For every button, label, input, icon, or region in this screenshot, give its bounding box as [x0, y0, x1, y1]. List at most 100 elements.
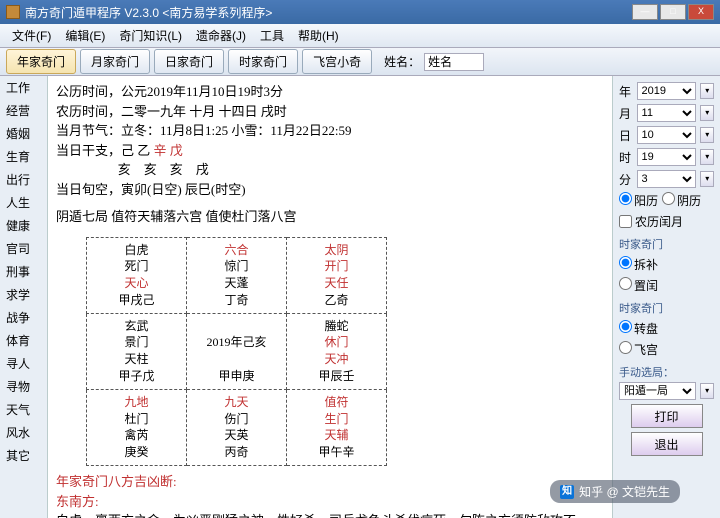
- leap-checkbox[interactable]: [619, 215, 632, 228]
- ganzhi-line: 当日干支，己 乙 辛 戊: [56, 141, 604, 161]
- zhihu-icon: 知: [560, 485, 574, 499]
- footer-direction: 东南方:: [56, 492, 604, 512]
- minimize-button[interactable]: —: [632, 4, 658, 20]
- sidebar-item-birth[interactable]: 生育: [0, 145, 47, 168]
- hour-label: 时: [619, 149, 633, 166]
- sidebar-item-findobject[interactable]: 寻物: [0, 375, 47, 398]
- year-select[interactable]: 2019: [637, 82, 697, 100]
- year-spin[interactable]: ▾: [700, 83, 714, 99]
- window-buttons: — □ X: [632, 4, 714, 20]
- footer-title: 年家奇门八方吉凶断:: [56, 472, 604, 492]
- name-field: 姓名：: [384, 53, 484, 71]
- sidebar-item-work[interactable]: 工作: [0, 76, 47, 99]
- lunar-radio[interactable]: [662, 192, 675, 205]
- chart-cell-2-1: 九天伤门天英丙奇: [187, 389, 287, 465]
- menu-tools[interactable]: 工具: [254, 25, 290, 46]
- group3-label: 手动选局：: [619, 364, 714, 380]
- app-icon: [6, 5, 20, 19]
- month-spin[interactable]: ▾: [700, 105, 714, 121]
- day-spin[interactable]: ▾: [700, 127, 714, 143]
- sidebar: 工作 经营 婚姻 生育 出行 人生 健康 官司 刑事 求学 战争 体育 寻人 寻…: [0, 76, 48, 518]
- leap-label: 农历闰月: [635, 213, 683, 230]
- chart-cell-1-2: 螣蛇休门天冲甲辰壬: [287, 313, 387, 389]
- sidebar-item-criminal[interactable]: 刑事: [0, 260, 47, 283]
- month-select[interactable]: 11: [637, 104, 697, 122]
- group1-label: 时家奇门: [619, 236, 714, 252]
- minute-select[interactable]: 3: [637, 170, 697, 188]
- zhuanpan-radio[interactable]: [619, 320, 632, 333]
- lunar-date-line: 农历时间，二零一九年 十月 十四日 戌时: [56, 102, 604, 122]
- sidebar-item-life[interactable]: 人生: [0, 191, 47, 214]
- toolbar: 年家奇门 月家奇门 日家奇门 时家奇门 飞宫小奇 姓名：: [0, 48, 720, 76]
- year-label: 年: [619, 83, 633, 100]
- feigong-radio[interactable]: [619, 341, 632, 354]
- qimen-chart: 白虎死门天心甲戌己 六合惊门天蓬丁奇 太阴开门天任乙奇 玄武景门天柱甲子戊 20…: [86, 237, 387, 467]
- zhirun-radio-label[interactable]: 置闰: [619, 277, 658, 294]
- exit-button[interactable]: 退出: [631, 432, 703, 456]
- sidebar-item-health[interactable]: 健康: [0, 214, 47, 237]
- chart-cell-2-0: 九地杜门禽芮庚癸: [87, 389, 187, 465]
- right-panel: 年2019▾ 月11▾ 日10▾ 时19▾ 分3▾ 阳历 阴历 农历闰月 时家奇…: [612, 76, 720, 518]
- sidebar-item-weather[interactable]: 天气: [0, 398, 47, 421]
- solar-radio-label[interactable]: 阳历: [619, 192, 658, 209]
- zhirun-radio[interactable]: [619, 277, 632, 290]
- window-title: 南方奇门遁甲程序 V2.3.0 <南方易学系列程序>: [25, 4, 632, 21]
- solar-term-line: 当月节气：立冬：11月8日1:25 小雪：11月22日22:59: [56, 121, 604, 141]
- zhuanpan-radio-label[interactable]: 转盘: [619, 320, 658, 337]
- feigong-radio-label[interactable]: 飞宫: [619, 341, 658, 358]
- chaibu-radio-label[interactable]: 拆补: [619, 256, 658, 273]
- menubar: 文件(F) 编辑(E) 奇门知识(L) 遗命器(J) 工具 帮助(H): [0, 24, 720, 48]
- menu-file[interactable]: 文件(F): [6, 25, 57, 46]
- chart-cell-2-2: 值符生门天辅甲午辛: [287, 389, 387, 465]
- tab-hour-qimen[interactable]: 时家奇门: [228, 49, 298, 74]
- sidebar-item-study[interactable]: 求学: [0, 283, 47, 306]
- sidebar-item-war[interactable]: 战争: [0, 306, 47, 329]
- chaibu-radio[interactable]: [619, 256, 632, 269]
- sidebar-item-sport[interactable]: 体育: [0, 329, 47, 352]
- sidebar-item-marriage[interactable]: 婚姻: [0, 122, 47, 145]
- menu-qimen[interactable]: 奇门知识(L): [113, 25, 188, 46]
- print-button[interactable]: 打印: [631, 404, 703, 428]
- titlebar: 南方奇门遁甲程序 V2.3.0 <南方易学系列程序> — □ X: [0, 0, 720, 24]
- sidebar-item-other[interactable]: 其它: [0, 444, 47, 467]
- tab-month-qimen[interactable]: 月家奇门: [80, 49, 150, 74]
- sidebar-item-business[interactable]: 经营: [0, 99, 47, 122]
- day-label: 日: [619, 127, 633, 144]
- solar-date-line: 公历时间，公元2019年11月10日19时3分: [56, 82, 604, 102]
- hour-spin[interactable]: ▾: [700, 149, 714, 165]
- sidebar-item-fengshui[interactable]: 风水: [0, 421, 47, 444]
- name-input[interactable]: [424, 53, 484, 71]
- maximize-button[interactable]: □: [660, 4, 686, 20]
- chart-cell-1-1: 2019年己亥甲申庚: [187, 313, 287, 389]
- chart-cell-0-0: 白虎死门天心甲戌己: [87, 237, 187, 313]
- solar-radio[interactable]: [619, 192, 632, 205]
- tab-day-qimen[interactable]: 日家奇门: [154, 49, 224, 74]
- xunkong-line: 当日旬空，寅卯(日空) 辰巳(时空): [56, 180, 604, 200]
- sidebar-item-travel[interactable]: 出行: [0, 168, 47, 191]
- chart-cell-1-0: 玄武景门天柱甲子戊: [87, 313, 187, 389]
- group2-label: 时家奇门: [619, 300, 714, 316]
- lunar-radio-label[interactable]: 阴历: [662, 192, 701, 209]
- menu-help[interactable]: 帮助(H): [292, 25, 345, 46]
- footer-body: 白虎，禀西方之金，为凶恶刚猛之神。性好杀，司兵戈争斗杀伐病死。勾陈之方须防敌攻不: [56, 511, 604, 518]
- minute-spin[interactable]: ▾: [700, 171, 714, 187]
- menu-edit[interactable]: 编辑(E): [59, 25, 111, 46]
- hour-select[interactable]: 19: [637, 148, 697, 166]
- menu-yiming[interactable]: 遗命器(J): [190, 25, 252, 46]
- content-area: 公历时间，公元2019年11月10日19时3分 农历时间，二零一九年 十月 十四…: [48, 76, 612, 518]
- chart-cell-0-2: 太阴开门天任乙奇: [287, 237, 387, 313]
- sidebar-item-findperson[interactable]: 寻人: [0, 352, 47, 375]
- main-area: 工作 经营 婚姻 生育 出行 人生 健康 官司 刑事 求学 战争 体育 寻人 寻…: [0, 76, 720, 518]
- ju-select[interactable]: 阳遁一局: [619, 382, 696, 400]
- tab-year-qimen[interactable]: 年家奇门: [6, 49, 76, 74]
- ganzhi-line2: 亥 亥 亥 戌: [56, 160, 604, 180]
- chart-cell-0-1: 六合惊门天蓬丁奇: [187, 237, 287, 313]
- ju-line: 阴遁七局 值符天辅落六宫 值使杜门落八宫: [56, 207, 604, 227]
- name-label: 姓名：: [384, 53, 420, 70]
- tab-feigong[interactable]: 飞宫小奇: [302, 49, 372, 74]
- ju-spin[interactable]: ▾: [700, 383, 714, 399]
- watermark: 知 知乎 @ 文铠先生: [550, 480, 680, 503]
- close-button[interactable]: X: [688, 4, 714, 20]
- sidebar-item-lawsuit[interactable]: 官司: [0, 237, 47, 260]
- day-select[interactable]: 10: [637, 126, 697, 144]
